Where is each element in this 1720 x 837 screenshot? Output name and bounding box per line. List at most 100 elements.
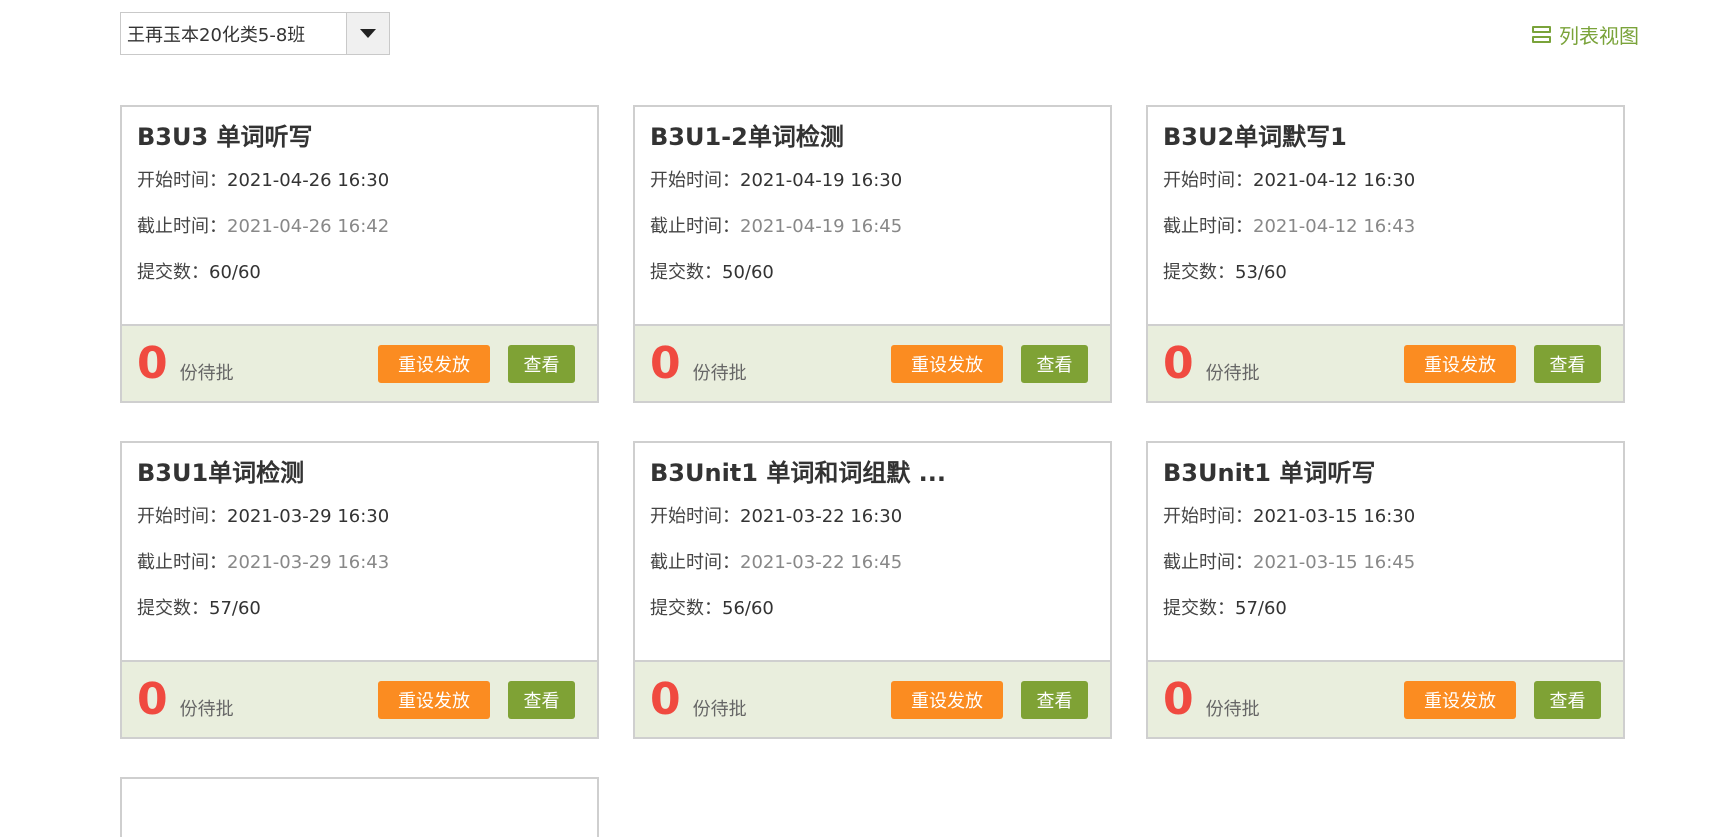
pending-label: 份待批 — [692, 362, 747, 384]
start-time-value: 2021-03-29 16:30 — [227, 506, 390, 527]
end-time-row: 截止时间：2021-03-29 16:43 — [137, 545, 582, 581]
card-footer: 0 份待批 重设发放 查看 — [1148, 660, 1623, 737]
end-time-row: 截止时间：2021-03-15 16:45 — [1163, 545, 1608, 581]
submitted-value: 60/60 — [209, 262, 261, 283]
start-time-value: 2021-04-19 16:30 — [740, 170, 903, 191]
start-time-label: 开始时间： — [1163, 170, 1253, 191]
start-time-row: 开始时间：2021-03-29 16:30 — [137, 499, 582, 535]
end-time-value: 2021-03-29 16:43 — [227, 552, 390, 573]
submitted-row: 提交数：56/60 — [650, 591, 1095, 627]
end-time-label: 截止时间： — [137, 216, 227, 237]
pending-count: 0 — [1163, 337, 1194, 389]
card-footer: 0 份待批 重设发放 查看 — [635, 660, 1110, 737]
chevron-down-icon — [360, 29, 376, 38]
start-time-label: 开始时间： — [650, 506, 740, 527]
pending-label: 份待批 — [179, 362, 234, 384]
class-select-value: 王再玉本20化类5-8班 — [127, 24, 306, 46]
reset-distribute-button[interactable]: 重设发放 — [1404, 344, 1516, 383]
end-time-label: 截止时间： — [1163, 552, 1253, 573]
end-time-row: 截止时间：2021-04-26 16:42 — [137, 209, 582, 245]
view-button[interactable]: 查看 — [1534, 680, 1601, 719]
end-time-label: 截止时间： — [137, 552, 227, 573]
reset-distribute-button[interactable]: 重设发放 — [891, 344, 1003, 383]
start-time-row: 开始时间：2021-03-15 16:30 — [1163, 499, 1608, 535]
class-select[interactable]: 王再玉本20化类5-8班 — [120, 12, 390, 55]
submitted-value: 57/60 — [1235, 598, 1287, 619]
assignment-title: B3Unit1 单词和词组默 ... — [650, 459, 947, 487]
assignment-title: B3U1-2单词检测 — [650, 123, 844, 151]
end-time-value: 2021-04-19 16:45 — [740, 216, 903, 237]
start-time-row: 开始时间：2021-04-19 16:30 — [650, 163, 1095, 199]
pending-count: 0 — [137, 673, 168, 725]
assignment-card: B3U3 单词听写 开始时间：2021-04-26 16:30 截止时间：202… — [120, 105, 599, 403]
submitted-row: 提交数：53/60 — [1163, 255, 1608, 291]
submitted-label: 提交数： — [1163, 598, 1235, 619]
submitted-value: 56/60 — [722, 598, 774, 619]
list-view-toggle[interactable]: 列表视图 — [1532, 20, 1639, 49]
reset-distribute-button[interactable]: 重设发放 — [378, 344, 490, 383]
view-button[interactable]: 查看 — [508, 344, 575, 383]
submitted-label: 提交数： — [137, 598, 209, 619]
list-view-label: 列表视图 — [1559, 24, 1639, 48]
start-time-label: 开始时间： — [137, 170, 227, 191]
assignment-title: B3U2单词默写1 — [1163, 123, 1347, 151]
view-button[interactable]: 查看 — [1534, 344, 1601, 383]
submitted-value: 53/60 — [1235, 262, 1287, 283]
assignment-title: B3U1单词检测 — [137, 459, 305, 487]
submitted-row: 提交数：57/60 — [1163, 591, 1608, 627]
card-footer: 0 份待批 重设发放 查看 — [122, 660, 597, 737]
reset-distribute-button[interactable]: 重设发放 — [1404, 680, 1516, 719]
submitted-value: 50/60 — [722, 262, 774, 283]
card-footer: 0 份待批 重设发放 查看 — [1148, 324, 1623, 401]
assignment-card: B3U1单词检测 开始时间：2021-03-29 16:30 截止时间：2021… — [120, 441, 599, 739]
list-view-icon — [1532, 26, 1551, 43]
class-select-dropdown-button[interactable] — [346, 13, 389, 54]
pending-label: 份待批 — [1205, 362, 1260, 384]
view-button[interactable]: 查看 — [1021, 680, 1088, 719]
end-time-row: 截止时间：2021-03-22 16:45 — [650, 545, 1095, 581]
start-time-row: 开始时间：2021-03-22 16:30 — [650, 499, 1095, 535]
end-time-label: 截止时间： — [1163, 216, 1253, 237]
view-button[interactable]: 查看 — [508, 680, 575, 719]
assignment-page: 王再玉本20化类5-8班 列表视图 B3U3 单词听写 开始时间：2021-04… — [0, 0, 1720, 837]
pending-count: 0 — [1163, 673, 1194, 725]
submitted-row: 提交数：57/60 — [137, 591, 582, 627]
end-time-value: 2021-03-15 16:45 — [1253, 552, 1416, 573]
pending-label: 份待批 — [179, 698, 234, 720]
start-time-label: 开始时间： — [650, 170, 740, 191]
pending-label: 份待批 — [692, 698, 747, 720]
pending-count: 0 — [650, 673, 681, 725]
end-time-value: 2021-04-12 16:43 — [1253, 216, 1416, 237]
submitted-label: 提交数： — [137, 262, 209, 283]
end-time-label: 截止时间： — [650, 552, 740, 573]
view-button[interactable]: 查看 — [1021, 344, 1088, 383]
start-time-row: 开始时间：2021-04-26 16:30 — [137, 163, 582, 199]
pending-label: 份待批 — [1205, 698, 1260, 720]
end-time-value: 2021-04-26 16:42 — [227, 216, 390, 237]
submitted-label: 提交数： — [1163, 262, 1235, 283]
assignment-card-partial — [120, 777, 599, 837]
assignment-title: B3Unit1 单词听写 — [1163, 459, 1376, 487]
assignment-card: B3U1-2单词检测 开始时间：2021-04-19 16:30 截止时间：20… — [633, 105, 1112, 403]
start-time-label: 开始时间： — [1163, 506, 1253, 527]
pending-count: 0 — [650, 337, 681, 389]
start-time-value: 2021-04-26 16:30 — [227, 170, 390, 191]
pending-count: 0 — [137, 337, 168, 389]
start-time-value: 2021-03-15 16:30 — [1253, 506, 1416, 527]
start-time-value: 2021-03-22 16:30 — [740, 506, 903, 527]
submitted-value: 57/60 — [209, 598, 261, 619]
reset-distribute-button[interactable]: 重设发放 — [378, 680, 490, 719]
start-time-value: 2021-04-12 16:30 — [1253, 170, 1416, 191]
start-time-row: 开始时间：2021-04-12 16:30 — [1163, 163, 1608, 199]
assignment-title: B3U3 单词听写 — [137, 123, 313, 151]
assignment-card: B3Unit1 单词听写 开始时间：2021-03-15 16:30 截止时间：… — [1146, 441, 1625, 739]
end-time-value: 2021-03-22 16:45 — [740, 552, 903, 573]
submitted-row: 提交数：60/60 — [137, 255, 582, 291]
reset-distribute-button[interactable]: 重设发放 — [891, 680, 1003, 719]
end-time-label: 截止时间： — [650, 216, 740, 237]
submitted-label: 提交数： — [650, 262, 722, 283]
assignment-card: B3Unit1 单词和词组默 ... 开始时间：2021-03-22 16:30… — [633, 441, 1112, 739]
assignment-card: B3U2单词默写1 开始时间：2021-04-12 16:30 截止时间：202… — [1146, 105, 1625, 403]
submitted-label: 提交数： — [650, 598, 722, 619]
card-footer: 0 份待批 重设发放 查看 — [635, 324, 1110, 401]
